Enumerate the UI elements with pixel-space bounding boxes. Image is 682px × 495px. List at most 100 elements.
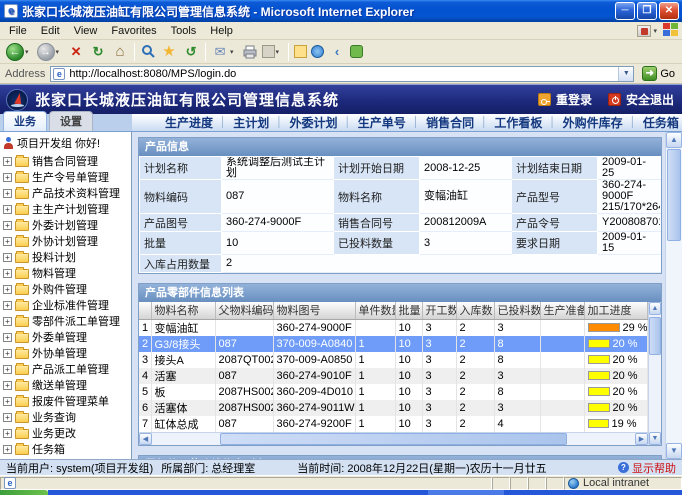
sidebar-tree-item[interactable]: +企业标准件管理 — [0, 297, 131, 313]
nav-link[interactable]: 外委计划 — [283, 114, 345, 131]
back-button[interactable]: ←▾ — [4, 41, 35, 63]
start-button-fragment[interactable] — [0, 490, 48, 495]
expand-icon[interactable]: + — [3, 317, 12, 326]
mail-caret-icon[interactable]: ▾ — [230, 48, 234, 56]
main-scroll-track[interactable] — [666, 148, 682, 443]
main-scroll-up-button[interactable]: ▲ — [666, 132, 682, 148]
parts-column-header[interactable]: 父物料编码 — [215, 302, 273, 319]
nav-link[interactable]: 生产单号 — [351, 114, 413, 131]
sidebar-tree-item[interactable]: +主生产计划管理 — [0, 201, 131, 217]
sidebar-tree-item[interactable]: +业务查询 — [0, 409, 131, 425]
expand-icon[interactable]: + — [3, 285, 12, 294]
addon-icon[interactable] — [637, 25, 651, 37]
close-button[interactable]: ✕ — [659, 2, 679, 20]
expand-icon[interactable]: + — [3, 205, 12, 214]
maximize-button[interactable]: ❐ — [637, 2, 657, 20]
main-scrollbar[interactable]: ▲ ▼ — [665, 132, 682, 459]
sidebar-tree-item[interactable]: +产品技术资料管理 — [0, 185, 131, 201]
sidebar-tree-item[interactable]: +产品派工单管理 — [0, 361, 131, 377]
expand-icon[interactable]: + — [3, 381, 12, 390]
back-caret-icon[interactable]: ▾ — [25, 48, 29, 56]
parts-row[interactable]: 5板2087HS002360-209-4D01011032820 % — [139, 384, 648, 400]
parts-column-header[interactable]: 开工数 — [422, 302, 456, 319]
expand-icon[interactable]: + — [3, 429, 12, 438]
parts-column-header[interactable]: 单件数量 — [355, 302, 395, 319]
stop-button[interactable]: ✕ — [65, 41, 87, 63]
expand-icon[interactable]: + — [3, 365, 12, 374]
scroll-right-button[interactable]: ▶ — [635, 433, 648, 445]
research-button[interactable]: ‹ — [326, 41, 348, 63]
parts-column-header[interactable]: 物料图号 — [273, 302, 355, 319]
sidebar-tree-item[interactable]: +外协单管理 — [0, 345, 131, 361]
address-input[interactable] — [69, 67, 618, 80]
minimize-button[interactable]: ─ — [615, 2, 635, 20]
media-button[interactable] — [309, 41, 326, 63]
forward-caret-icon[interactable]: ▾ — [56, 48, 60, 56]
expand-icon[interactable]: + — [3, 445, 12, 454]
nav-link[interactable]: 工作看板 — [487, 114, 549, 131]
expand-icon[interactable]: + — [3, 333, 12, 342]
menu-item[interactable]: Favorites — [104, 24, 163, 38]
expand-icon[interactable]: + — [3, 397, 12, 406]
refresh-button[interactable]: ↻ — [87, 41, 109, 63]
search-button[interactable] — [138, 41, 158, 63]
parts-column-header[interactable]: 批量 — [395, 302, 422, 319]
expand-icon[interactable]: + — [3, 189, 12, 198]
tab-settings[interactable]: 设置 — [49, 111, 93, 131]
menu-item[interactable]: File — [2, 24, 34, 38]
sidebar-tree-item[interactable]: +外协计划管理 — [0, 233, 131, 249]
nav-link[interactable]: 外购件库存 — [556, 114, 630, 131]
parts-hscrollbar[interactable]: ◀ ▶ — [139, 432, 648, 445]
parts-row[interactable]: 4活塞087360-274-9010F11032320 % — [139, 368, 648, 384]
sidebar-tree-item[interactable]: +投料计划 — [0, 249, 131, 265]
expand-icon[interactable]: + — [3, 301, 12, 310]
parts-row[interactable]: 7缸体总成087360-274-9200F11032419 % — [139, 416, 648, 432]
main-scroll-down-button[interactable]: ▼ — [666, 443, 682, 459]
menu-item[interactable]: View — [67, 24, 105, 38]
parts-column-header[interactable]: 加工进度 — [584, 302, 648, 319]
sidebar-tree-item[interactable]: +外购件管理 — [0, 281, 131, 297]
go-button[interactable]: ➜ Go — [638, 65, 679, 82]
history-button[interactable]: ↺ — [180, 41, 202, 63]
sidebar-tree-item[interactable]: +业务更改 — [0, 425, 131, 441]
parts-vscroll-track[interactable] — [649, 315, 661, 432]
scroll-left-button[interactable]: ◀ — [139, 433, 152, 445]
sidebar-tree-item[interactable]: +外委计划管理 — [0, 217, 131, 233]
sidebar-tree-item[interactable]: +销售合同管理 — [0, 153, 131, 169]
print-button[interactable] — [240, 41, 260, 63]
sidebar-tree-item[interactable]: +零部件派工单管理 — [0, 313, 131, 329]
taskbar-button-fragment[interactable] — [428, 490, 504, 495]
expand-icon[interactable]: + — [3, 173, 12, 182]
nav-link[interactable]: 任务箱 — [636, 114, 682, 131]
menu-item[interactable]: Edit — [34, 24, 67, 38]
parts-row[interactable]: 2G3/8接头087370-009-A084011032820 % — [139, 336, 648, 352]
parts-column-header[interactable]: 物料名称 — [151, 302, 215, 319]
parts-hscroll-track[interactable] — [152, 433, 635, 445]
expand-icon[interactable]: + — [3, 413, 12, 422]
expand-icon[interactable]: + — [3, 157, 12, 166]
menu-item[interactable]: Tools — [164, 24, 204, 38]
expand-icon[interactable]: + — [3, 221, 12, 230]
parts-column-header[interactable]: 已投料数 — [494, 302, 540, 319]
expand-icon[interactable]: + — [3, 269, 12, 278]
logout-button[interactable]: 安全退出 — [608, 91, 674, 108]
address-box[interactable]: e ▼ — [50, 66, 634, 82]
nav-link[interactable]: 主计划 — [226, 114, 276, 131]
expand-icon[interactable]: + — [3, 237, 12, 246]
addon-caret-icon[interactable]: ▾ — [653, 27, 657, 35]
notes-button[interactable] — [292, 41, 309, 63]
sidebar-tree-item[interactable]: +生产令号单管理 — [0, 169, 131, 185]
sidebar-tree-item[interactable]: +报废件管理菜单 — [0, 393, 131, 409]
sidebar-tree-item[interactable]: +物料管理 — [0, 265, 131, 281]
sidebar-tree-item[interactable]: +缴送单管理 — [0, 377, 131, 393]
favorites-button[interactable]: ★ — [158, 41, 180, 63]
scroll-down-button[interactable]: ▼ — [649, 432, 661, 445]
parts-column-header[interactable]: 生产准备 — [540, 302, 584, 319]
parts-row[interactable]: 3接头A2087QT002370-009-A085011032820 % — [139, 352, 648, 368]
windows-taskbar[interactable] — [0, 490, 682, 495]
nav-link[interactable]: 销售合同 — [419, 114, 481, 131]
messenger-button[interactable] — [348, 41, 365, 63]
sidebar-tree-item[interactable]: +外委单管理 — [0, 329, 131, 345]
relogin-button[interactable]: 重登录 — [538, 91, 592, 108]
menu-item[interactable]: Help — [203, 24, 240, 38]
